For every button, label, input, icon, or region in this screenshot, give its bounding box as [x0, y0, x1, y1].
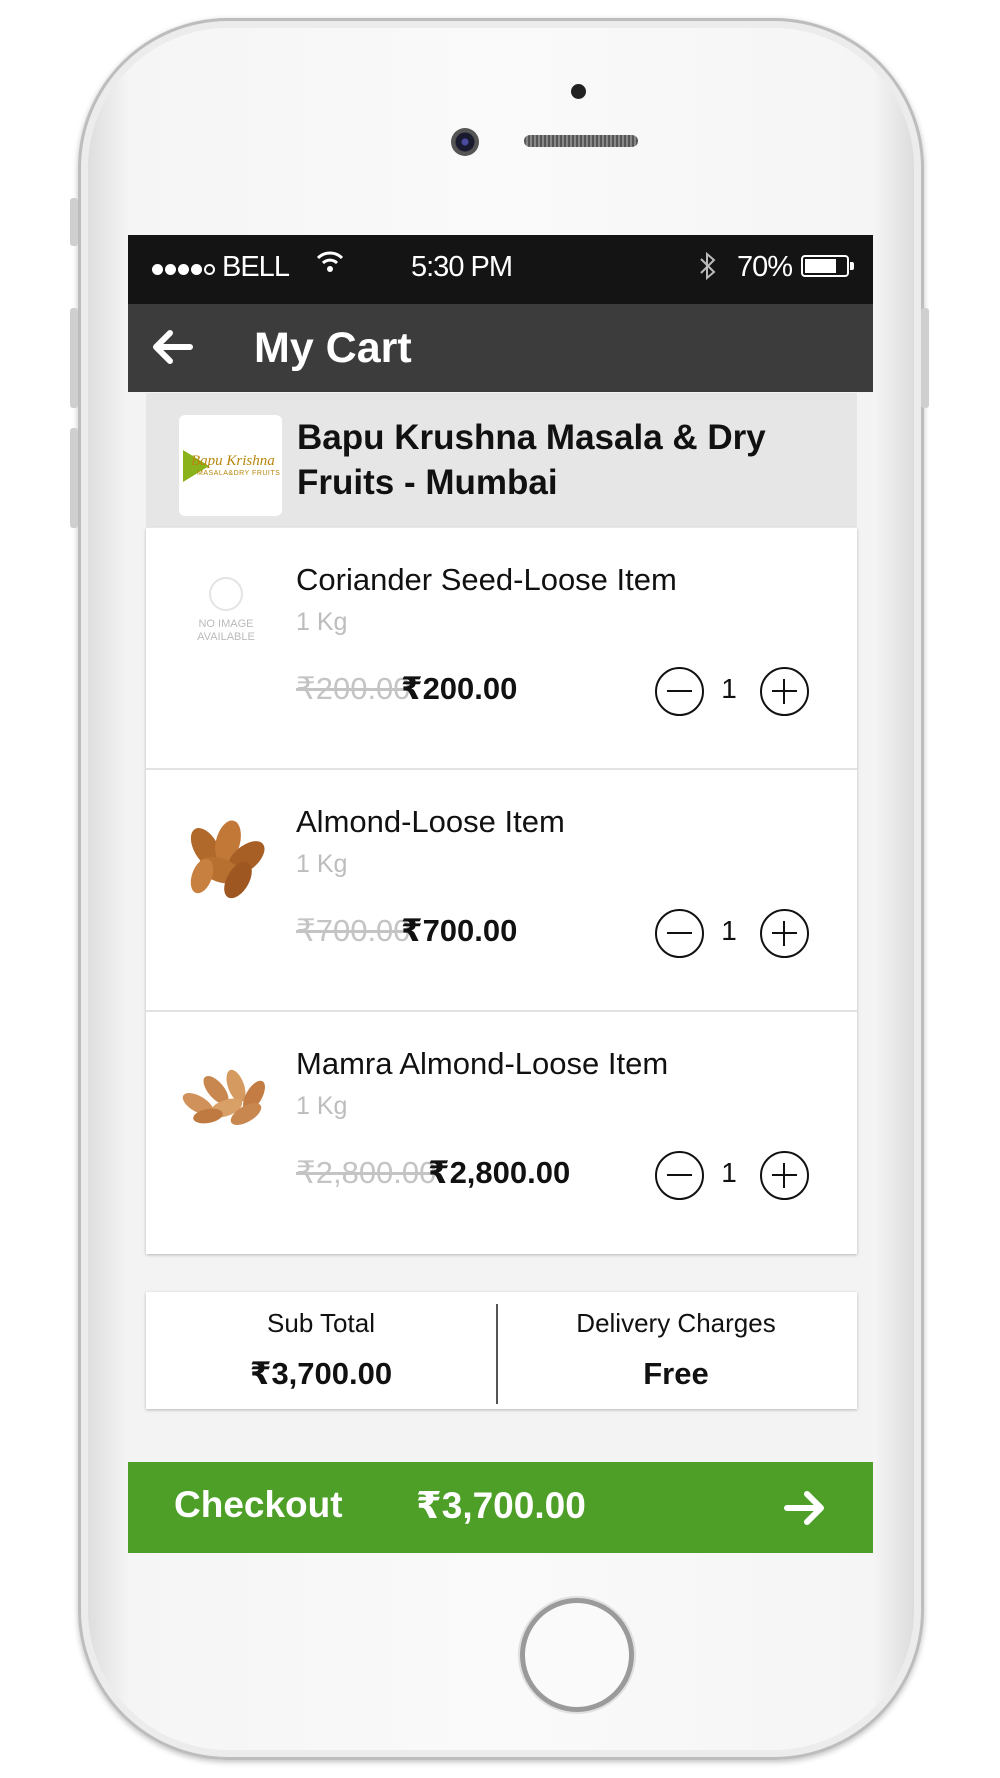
camera-icon: [209, 577, 243, 611]
decrease-quantity-button[interactable]: [655, 1151, 704, 1200]
back-arrow-icon[interactable]: [150, 327, 194, 367]
increase-quantity-button[interactable]: [760, 909, 809, 958]
item-unit: 1 Kg: [296, 1092, 348, 1120]
checkout-label: Checkout: [174, 1484, 343, 1525]
cart-item: NO IMAGE AVAILABLE Coriander Seed-Loose …: [146, 528, 857, 770]
summary-divider: [496, 1304, 498, 1404]
checkout-amount: ₹3,700.00: [416, 1485, 586, 1526]
item-name: Mamra Almond-Loose Item: [296, 1046, 669, 1081]
item-name: Coriander Seed-Loose Item: [296, 562, 677, 597]
subtotal-block: Sub Total ₹3,700.00: [151, 1308, 491, 1392]
delivery-value: Free: [643, 1356, 709, 1391]
earpiece-speaker: [524, 135, 638, 147]
item-price: ₹700.00: [401, 913, 518, 948]
item-price: ₹2,800.00: [428, 1155, 571, 1190]
cart-item: Almond-Loose Item 1 Kg ₹700.00 ₹700.00 1: [146, 770, 857, 1012]
item-original-price: ₹2,800.00: [296, 1155, 437, 1190]
status-time: 5:30 PM: [411, 251, 513, 283]
item-original-price: ₹700.00: [296, 913, 411, 948]
wifi-icon: [316, 251, 344, 272]
volume-up-button: [70, 308, 78, 408]
item-name: Almond-Loose Item: [296, 804, 565, 839]
cart-item: Mamra Almond-Loose Item 1 Kg ₹2,800.00 ₹…: [146, 1012, 857, 1254]
status-bar: BELL 5:30 PM 70%: [128, 235, 873, 304]
home-button[interactable]: [520, 1598, 634, 1712]
increase-quantity-button[interactable]: [760, 667, 809, 716]
item-price: ₹200.00: [401, 671, 518, 706]
bluetooth-icon: [700, 251, 716, 281]
app-screen: BELL 5:30 PM 70% My Cart Bapu Krishna MA…: [128, 235, 873, 1553]
no-image-placeholder: NO IMAGE AVAILABLE: [176, 564, 276, 664]
page-title: My Cart: [254, 324, 412, 372]
store-name: Bapu Krushna Masala & Dry Fruits - Mumba…: [297, 418, 766, 502]
decrease-quantity-button[interactable]: [655, 667, 704, 716]
proximity-sensor: [571, 84, 586, 99]
increase-quantity-button[interactable]: [760, 1151, 809, 1200]
item-unit: 1 Kg: [296, 850, 348, 878]
store-logo: Bapu Krishna MASALA&DRY FRUITS: [179, 415, 282, 516]
item-quantity: 1: [721, 673, 737, 704]
delivery-block: Delivery Charges Free: [506, 1308, 846, 1392]
mamra-almond-icon: [182, 1069, 265, 1125]
power-button: [921, 308, 929, 408]
battery-percent: 70%: [737, 251, 793, 283]
item-original-price: ₹200.00: [296, 671, 411, 706]
app-bar: My Cart: [128, 304, 873, 392]
volume-down-button: [70, 428, 78, 528]
mute-switch: [70, 198, 78, 246]
subtotal-label: Sub Total: [267, 1308, 375, 1338]
signal-strength-icon: [152, 262, 217, 280]
almond-icon: [190, 820, 265, 899]
cart-item-list: NO IMAGE AVAILABLE Coriander Seed-Loose …: [146, 528, 857, 1254]
item-quantity: 1: [721, 915, 737, 946]
checkout-button[interactable]: Checkout ₹3,700.00: [128, 1462, 873, 1553]
arrow-right-icon: [784, 1491, 824, 1525]
item-unit: 1 Kg: [296, 608, 348, 636]
item-quantity: 1: [721, 1157, 737, 1188]
delivery-label: Delivery Charges: [576, 1308, 776, 1338]
order-summary: Sub Total ₹3,700.00 Delivery Charges Fre…: [146, 1292, 857, 1409]
front-camera: [451, 128, 479, 156]
battery-icon: [801, 255, 854, 277]
store-header: Bapu Krishna MASALA&DRY FRUITS Bapu Krus…: [146, 393, 857, 527]
subtotal-value: ₹3,700.00: [249, 1356, 393, 1391]
carrier-name: BELL: [222, 251, 290, 283]
decrease-quantity-button[interactable]: [655, 909, 704, 958]
